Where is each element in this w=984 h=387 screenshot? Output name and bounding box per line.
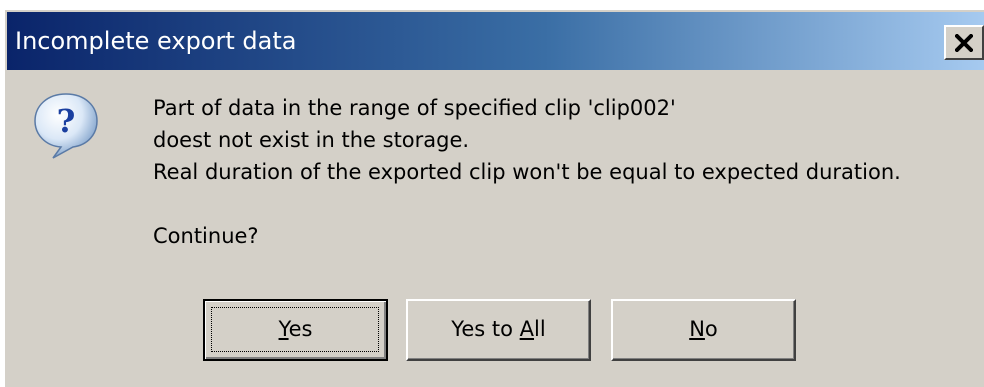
- yes-button[interactable]: Yes: [203, 299, 388, 361]
- close-button[interactable]: [944, 25, 984, 60]
- message-line-2: doest not exist in the storage.: [153, 128, 470, 152]
- close-icon: [955, 34, 973, 52]
- continue-prompt: Continue?: [153, 224, 259, 248]
- yes-button-label: Yes: [278, 317, 313, 341]
- no-button[interactable]: No: [611, 299, 796, 361]
- yes-to-all-button[interactable]: Yes to All: [406, 299, 591, 361]
- no-button-label: No: [689, 317, 718, 341]
- yes-to-all-button-label: Yes to All: [451, 317, 546, 341]
- title-bar[interactable]: Incomplete export data: [7, 12, 984, 70]
- question-icon: ?: [34, 93, 98, 159]
- message-line-3: Real duration of the exported clip won't…: [153, 160, 901, 184]
- dialog-window: Incomplete export data ? Part of data in…: [4, 9, 984, 387]
- dialog-title: Incomplete export data: [15, 27, 297, 55]
- message-line-1: Part of data in the range of specified c…: [153, 96, 676, 120]
- svg-text:?: ?: [57, 102, 76, 140]
